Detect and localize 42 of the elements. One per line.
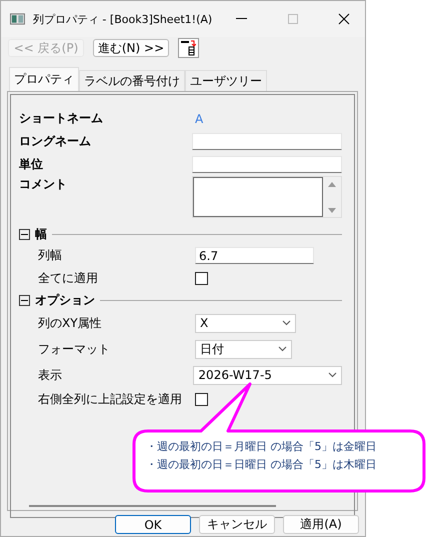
maximize-icon — [288, 14, 298, 24]
field-label: ロングネーム — [19, 133, 92, 150]
chevron-icon — [278, 346, 287, 352]
minimize-icon[interactable] — [236, 18, 248, 20]
nav-button[interactable]: 進む(N) >> — [93, 39, 169, 57]
dropdown[interactable]: 2026-W17-5 — [193, 366, 342, 384]
field-label: ショートネーム — [19, 110, 104, 127]
checkbox[interactable] — [195, 393, 208, 406]
field-label: 全てに適用 — [38, 270, 99, 287]
input-field[interactable] — [192, 133, 342, 150]
dialog-button[interactable]: OK — [115, 515, 191, 534]
callout-text: ・週の最初の日＝日曜日 の場合「5」は木曜日 — [146, 457, 376, 472]
tab[interactable]: ラベルの番号付け — [79, 70, 185, 91]
dialog-button[interactable]: キャンセル — [199, 515, 275, 534]
section-title: 幅 — [35, 226, 47, 242]
tab[interactable]: プロパティ — [9, 67, 79, 91]
callout-text: ・週の最初の日＝月曜日 の場合「5」は金曜日 — [146, 439, 376, 454]
chevron-icon — [282, 320, 291, 326]
short-name-value: A — [195, 112, 204, 126]
input-field[interactable] — [192, 156, 342, 173]
tab[interactable]: ユーザツリー — [185, 70, 267, 91]
window-title: 列プロパティ - [Book3]Sheet1!(A) — [32, 12, 212, 26]
app-icon — [10, 13, 25, 25]
close-icon[interactable] — [338, 13, 350, 25]
section-title: オプション — [35, 292, 95, 308]
numbering-icon[interactable] — [178, 38, 199, 58]
field-label: フォーマット — [38, 340, 111, 358]
field-label: 表示 — [38, 366, 63, 384]
field-label: 列幅 — [38, 247, 63, 264]
collapse-icon[interactable] — [19, 294, 30, 306]
field-label: 右側全列に上記設定を適用 — [38, 391, 183, 408]
chevron-icon — [328, 372, 337, 378]
input-field[interactable]: 6.7 — [195, 247, 314, 264]
dropdown[interactable]: X — [195, 314, 296, 332]
dialog-button[interactable]: 適用(A) — [283, 515, 359, 534]
field-label: 単位 — [19, 156, 44, 173]
dropdown[interactable]: 日付 — [195, 340, 292, 358]
collapse-icon[interactable] — [19, 228, 30, 240]
field-label: コメント — [19, 176, 68, 193]
checkbox[interactable] — [195, 272, 208, 285]
comment-field[interactable] — [192, 176, 342, 218]
field-label: 列のXY属性 — [38, 314, 103, 332]
